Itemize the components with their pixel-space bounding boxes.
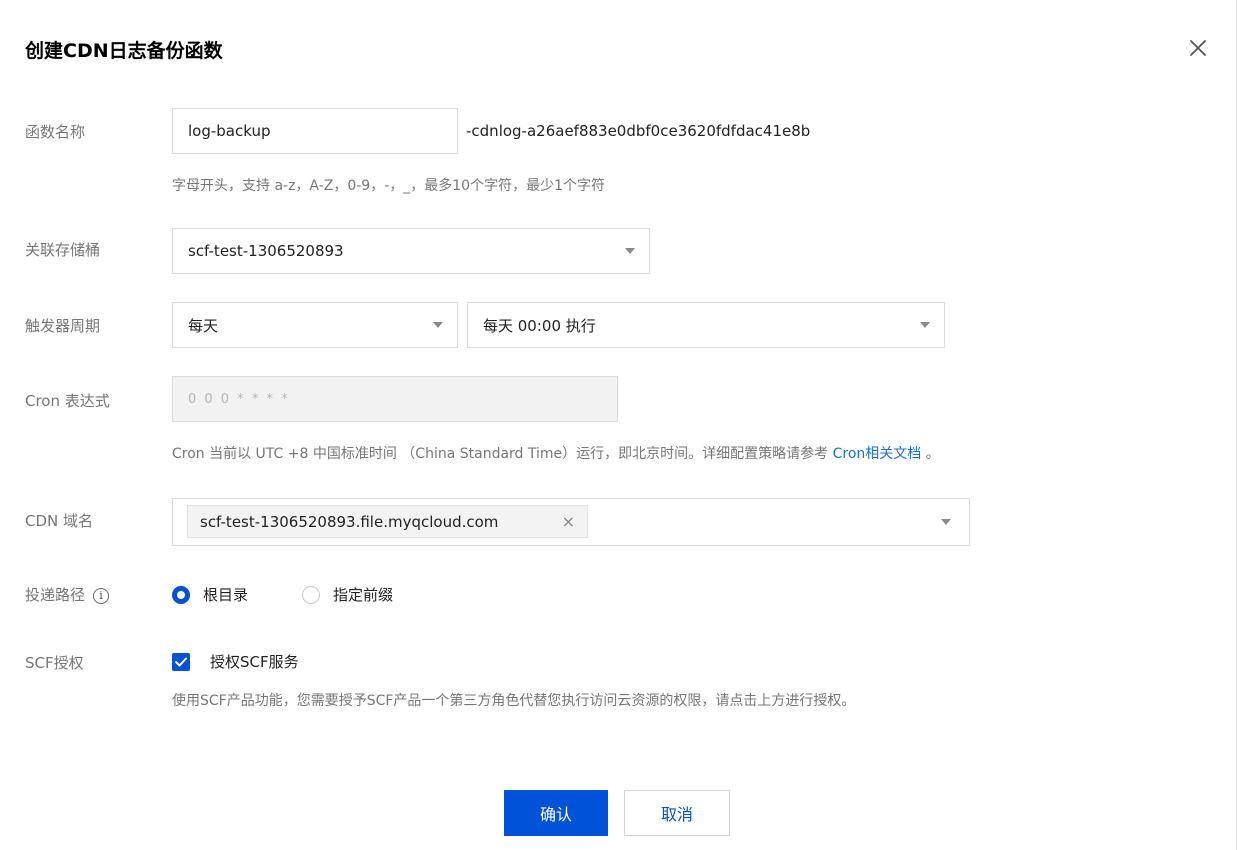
radio-specified-prefix-label: 指定前缀 (333, 586, 394, 604)
radio-root-directory-label: 根目录 (203, 586, 249, 604)
cron-expression-input: 0 0 0 * * * * (172, 376, 618, 422)
function-name-label: 函数名称 (25, 123, 86, 141)
function-name-input-wrapper[interactable] (172, 108, 458, 154)
cron-hint-end: 。 (921, 446, 940, 462)
delivery-path-label-text: 投递路径 (25, 586, 86, 604)
scf-auth-checkbox-label: 授权SCF服务 (210, 653, 299, 671)
function-name-suffix: -cdnlog-a26aef883e0dbf0ce3620fdfdac41e8b (466, 122, 811, 140)
cancel-button[interactable]: 取消 (624, 790, 730, 836)
radio-unselected-icon (302, 585, 320, 604)
delivery-path-label: 投递路径 i (25, 584, 110, 605)
cron-hint: Cron 当前以 UTC +8 中国标准时间 （China Standard T… (172, 443, 940, 463)
radio-root-directory[interactable]: 根目录 (172, 584, 248, 605)
function-name-hint: 字母开头，支持 a-z，A-Z，0-9，-，_，最多10个字符，最少1个字符 (172, 178, 605, 194)
remove-tag-icon[interactable]: × (562, 512, 575, 531)
check-icon (175, 657, 187, 666)
cdn-domain-tag: scf-test-1306520893.file.myqcloud.com × (187, 505, 588, 538)
info-icon[interactable]: i (93, 587, 110, 604)
trigger-period-select[interactable]: 每天 (172, 302, 458, 348)
trigger-time-select[interactable]: 每天 00:00 执行 (467, 302, 945, 348)
dialog-title: 创建CDN日志备份函数 (25, 40, 223, 62)
scf-auth-hint: 使用SCF产品功能，您需要授予SCF产品一个第三方角色代替您执行访问云资源的权限… (172, 693, 856, 709)
cron-hint-text: Cron 当前以 UTC +8 中国标准时间 （China Standard T… (172, 446, 833, 462)
trigger-period-label: 触发器周期 (25, 317, 101, 335)
radio-selected-icon (172, 585, 190, 604)
caret-down-icon (920, 322, 930, 328)
bucket-select-value: scf-test-1306520893 (188, 242, 344, 260)
trigger-period-value: 每天 (188, 316, 219, 335)
close-button[interactable] (1180, 30, 1216, 66)
function-name-input[interactable] (188, 122, 457, 140)
caret-down-icon (941, 519, 951, 525)
cdn-domain-tag-label: scf-test-1306520893.file.myqcloud.com (200, 512, 499, 531)
cron-docs-link[interactable]: Cron相关文档 (833, 446, 922, 462)
bucket-select[interactable]: scf-test-1306520893 (172, 228, 650, 274)
close-icon (1190, 40, 1206, 56)
caret-down-icon (433, 322, 443, 328)
radio-specified-prefix[interactable]: 指定前缀 (302, 584, 393, 605)
cdn-domain-label: CDN 域名 (25, 512, 94, 530)
cron-label: Cron 表达式 (25, 392, 110, 410)
confirm-button[interactable]: 确认 (504, 790, 608, 836)
trigger-time-value: 每天 00:00 执行 (483, 316, 596, 335)
caret-down-icon (625, 248, 635, 254)
cron-expression-value: 0 0 0 * * * * (188, 391, 290, 407)
create-cdn-log-backup-dialog: 创建CDN日志备份函数 函数名称 -cdnlog-a26aef883e0dbf0… (0, 0, 1237, 850)
scf-auth-checkbox[interactable]: 授权SCF服务 (172, 651, 299, 672)
checkbox-box (172, 652, 190, 671)
bucket-label: 关联存储桶 (25, 241, 101, 259)
scf-auth-label: SCF授权 (25, 654, 84, 672)
